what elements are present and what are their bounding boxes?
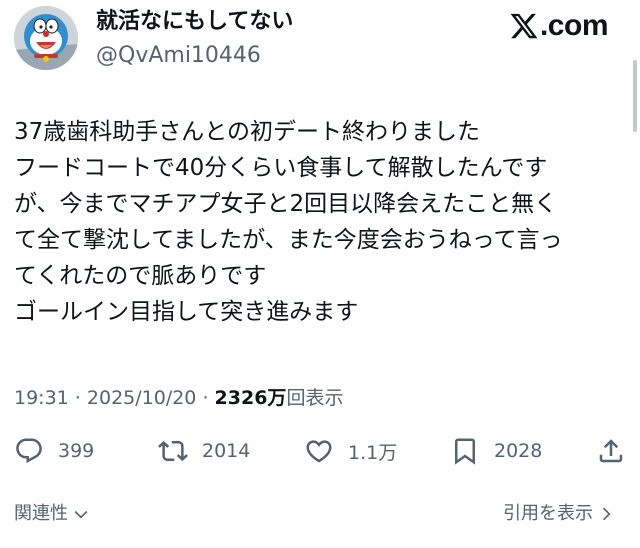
tweet-line: フードコートで40分くらい食事して解散したんです bbox=[14, 155, 548, 181]
tweet-meta: 19:31 · 2025/10/20 · 2326万回表示 bbox=[14, 384, 343, 412]
retweet-button[interactable]: 2014 bbox=[158, 430, 250, 472]
tweet-text: 37歳歯科助手さんとの初デート終わりました フードコートで40分くらい食事して解… bbox=[14, 114, 614, 330]
quotes-label: 引用を表示 bbox=[503, 503, 593, 524]
chevron-down-icon bbox=[74, 510, 88, 519]
tweet-line: てくれたので脈ありです bbox=[14, 263, 267, 289]
bookmark-icon bbox=[455, 438, 475, 465]
brand-logo: .com bbox=[509, 6, 609, 46]
action-bar: 399 2014 1.1万 2028 bbox=[0, 430, 640, 472]
like-button[interactable]: 1.1万 bbox=[304, 430, 397, 472]
x-logo-icon bbox=[510, 13, 538, 39]
relevance-sort-button[interactable]: 関連性 bbox=[14, 500, 91, 528]
bookmark-button[interactable]: 2028 bbox=[450, 430, 542, 472]
like-count: 1.1万 bbox=[348, 441, 398, 464]
share-button[interactable] bbox=[596, 430, 626, 472]
view-label: 回表示 bbox=[286, 387, 344, 409]
tweet-time[interactable]: 19:31 bbox=[14, 387, 69, 409]
relevance-label: 関連性 bbox=[14, 503, 68, 524]
avatar-image bbox=[14, 6, 78, 70]
retweet-icon bbox=[158, 440, 188, 462]
meta-separator: · bbox=[68, 387, 87, 409]
share-icon bbox=[599, 439, 623, 463]
view-count-unit: 万 bbox=[267, 387, 287, 409]
view-quotes-link[interactable]: 引用を表示 bbox=[503, 500, 616, 528]
tweet-line: ゴールイン目指して突き進みます bbox=[14, 299, 359, 325]
tweet-line: が、今までマチアプ女子と2回目以降会えたこと無く bbox=[14, 191, 558, 217]
tweet-date[interactable]: 2025/10/20 bbox=[87, 387, 197, 409]
display-name[interactable]: 就活なにもしてない bbox=[96, 8, 293, 36]
chevron-right-icon bbox=[602, 507, 611, 521]
user-handle[interactable]: @QvAmi10446 bbox=[96, 42, 261, 70]
tweet-line: て全て撃沈してましたが、また今度会おうねって言っ bbox=[14, 227, 563, 253]
meta-separator: · bbox=[196, 387, 215, 409]
retweet-count: 2014 bbox=[202, 440, 251, 462]
avatar[interactable] bbox=[14, 6, 78, 70]
view-count: 2326 bbox=[214, 387, 268, 409]
reply-count: 399 bbox=[58, 440, 95, 462]
scrollbar-thumb[interactable] bbox=[633, 60, 637, 132]
reply-icon bbox=[16, 438, 42, 464]
bookmark-count: 2028 bbox=[494, 440, 543, 462]
like-icon bbox=[306, 440, 332, 463]
brand-label: .com bbox=[539, 9, 609, 42]
reply-button[interactable]: 399 bbox=[14, 430, 94, 472]
tweet-line: 37歳歯科助手さんとの初デート終わりました bbox=[14, 119, 481, 145]
